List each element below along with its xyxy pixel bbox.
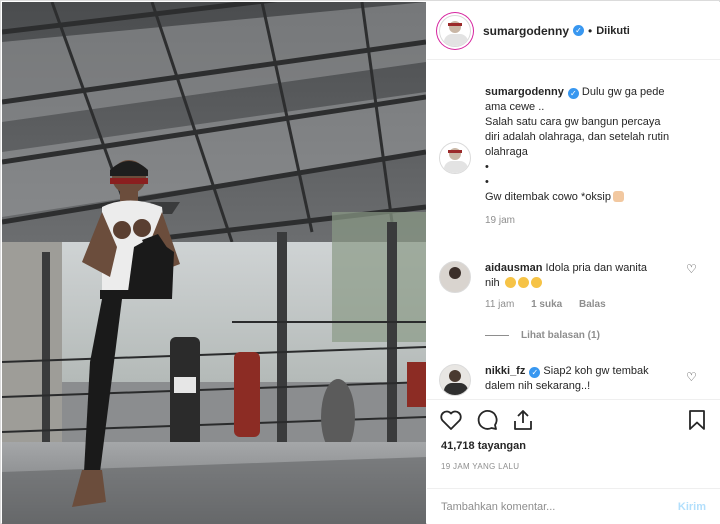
comment-text: aidausman Idola pria dan wanita nih 11 j… (485, 261, 695, 312)
laughing-emoji-icon (504, 277, 516, 288)
comment-body: Siap2 koh gw tembak (543, 365, 649, 377)
comment-likes[interactable]: 1 suka (531, 299, 562, 310)
post-header: sumargodenny ✓ • Diikuti (427, 2, 720, 60)
comment-body: dalem nih sekarang..! (485, 380, 591, 392)
commenter-avatar[interactable] (439, 261, 471, 293)
comment-text: nikki_fz ✓ Siap2 koh gw tembak dalem nih … (485, 364, 695, 396)
caption-text: sumargodenny ✓ Dulu gw ga pede ama cewe .… (485, 85, 695, 228)
caption-line: olahraga (485, 146, 528, 158)
caption-line: ama cewe .. (485, 101, 545, 113)
replies-divider (485, 335, 509, 336)
author-username[interactable]: sumargodenny (483, 24, 569, 38)
ok-hand-emoji-icon (612, 191, 624, 202)
post-actions: 41,718 tayangan 19 JAM YANG LALU (427, 399, 720, 489)
bookmark-icon[interactable] (685, 408, 709, 432)
caption-line: Dulu gw ga pede (581, 86, 665, 98)
post-sidebar: sumargodenny ✓ • Diikuti sumargodenny ✓ D… (427, 2, 720, 524)
heart-icon[interactable] (439, 408, 463, 432)
caption-line: Salah satu cara gw bangun percaya (485, 116, 661, 128)
commenter-username[interactable]: nikki_fz (485, 365, 525, 377)
comment-item: aidausman Idola pria dan wanita nih 11 j… (439, 261, 695, 312)
comment-time[interactable]: 11 jam (485, 299, 514, 310)
commenter-avatar[interactable] (439, 364, 471, 396)
verified-icon: ✓ (529, 367, 541, 378)
verified-icon: ✓ (573, 25, 585, 36)
comment-like-icon[interactable]: ♡ (686, 263, 698, 275)
comment-body: Idola pria dan wanita (545, 262, 648, 274)
comments-list[interactable]: sumargodenny ✓ Dulu gw ga pede ama cewe .… (427, 61, 720, 399)
caption-line: diri adalah olahraga, dan setelah rutin (485, 131, 670, 143)
share-icon[interactable] (511, 408, 535, 432)
comment-like-icon[interactable]: ♡ (686, 371, 698, 383)
rolling-laughing-emoji-icon (530, 277, 542, 288)
view-replies-label: Lihat balasan (1) (521, 330, 600, 341)
comment-input[interactable] (441, 500, 661, 513)
post-timestamp[interactable]: 19 JAM YANG LALU (441, 462, 519, 471)
video-frame-illustration (2, 2, 426, 524)
verified-icon: ✓ (567, 88, 579, 99)
comment-composer: Kirim (427, 488, 720, 524)
comment-icon[interactable] (475, 408, 499, 432)
comment-body: nih (485, 277, 500, 289)
caption-username[interactable]: sumargodenny (485, 86, 564, 98)
follow-button[interactable]: Diikuti (596, 25, 630, 37)
post-caption: sumargodenny ✓ Dulu gw ga pede ama cewe .… (439, 85, 695, 228)
header-separator: • (588, 23, 593, 38)
view-replies-button[interactable]: Lihat balasan (1) (485, 330, 600, 341)
comment-item: nikki_fz ✓ Siap2 koh gw tembak dalem nih … (439, 364, 695, 396)
caption-avatar[interactable] (439, 142, 471, 174)
caption-line: • (485, 161, 489, 173)
caption-time[interactable]: 19 jam (485, 215, 515, 226)
caption-line: • (485, 176, 489, 188)
post-video[interactable] (2, 2, 426, 524)
view-count[interactable]: 41,718 tayangan (441, 440, 526, 452)
post-dialog: sumargodenny ✓ • Diikuti sumargodenny ✓ D… (0, 0, 720, 524)
caption-line: Gw ditembak cowo *oksip (485, 191, 611, 203)
post-comment-button[interactable]: Kirim (678, 501, 706, 513)
reply-button[interactable]: Balas (579, 299, 606, 310)
commenter-username[interactable]: aidausman (485, 262, 542, 274)
author-avatar[interactable] (439, 14, 471, 47)
grimacing-emoji-icon (517, 277, 529, 288)
